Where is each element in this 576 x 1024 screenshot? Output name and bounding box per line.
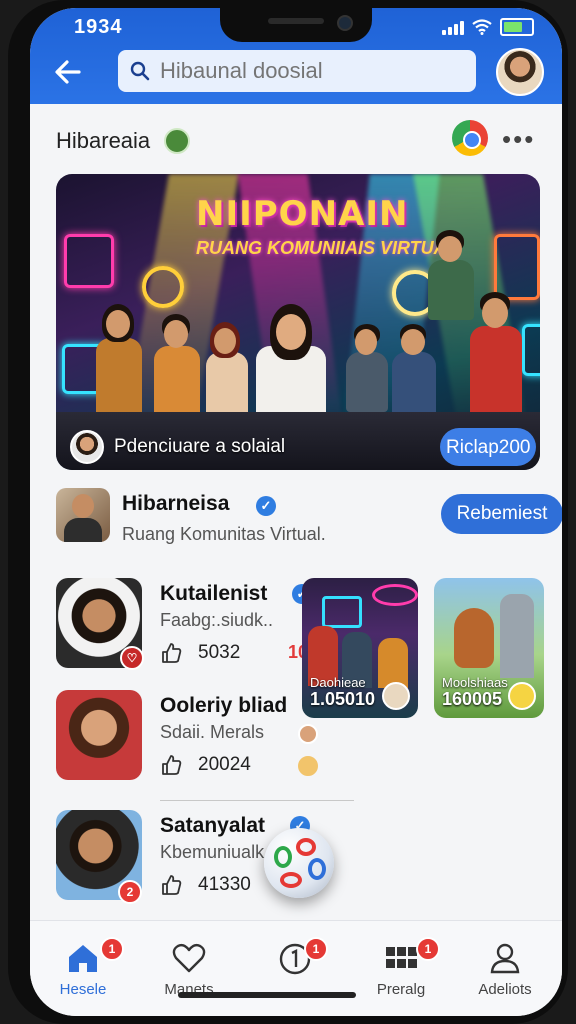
like-icon[interactable]: [160, 642, 182, 664]
post-author: Kutailenist: [160, 582, 268, 605]
group-description: Ruang Komunitas Virtual.: [122, 524, 326, 544]
post-item[interactable]: Ooleriy bliad Sdaii. Merals 20024: [56, 690, 356, 782]
group-avatar: [56, 488, 110, 542]
thumbnail-label: Daohieae: [310, 675, 366, 690]
like-count: 5032: [198, 642, 241, 663]
grid-icon: [386, 947, 417, 968]
avatar-badge-icon: 2: [118, 880, 142, 904]
more-options-icon[interactable]: •••: [502, 124, 535, 155]
home-indicator[interactable]: [178, 992, 356, 998]
app-screen: 1934 Hibareaia ••• NIIPONAIN RUAN: [30, 8, 562, 1016]
heart-icon: [172, 943, 206, 973]
arrow-left-icon: [55, 60, 81, 84]
like-icon[interactable]: [160, 754, 182, 776]
post-subtitle: Kbemuniualk..: [160, 842, 275, 862]
like-icon[interactable]: [160, 874, 182, 896]
search-icon: [130, 61, 150, 81]
page-header: Hibareaia •••: [56, 120, 546, 160]
person-icon: [490, 943, 520, 974]
profile-avatar[interactable]: [496, 48, 544, 96]
bottom-navigation: 1 Hesele Manets 1 1 Preralg Adeliots: [30, 920, 562, 1016]
browser-icon[interactable]: [452, 120, 488, 156]
like-count: 20024: [198, 754, 251, 775]
nav-label: Hesele: [59, 981, 107, 998]
verified-icon: ✓: [256, 496, 276, 516]
nav-badge: 1: [416, 937, 440, 961]
home-icon: [69, 945, 97, 972]
wifi-icon: [472, 19, 492, 35]
post-avatar: [56, 690, 142, 780]
thumbnail-label: Moolshiaas: [442, 675, 508, 690]
phone-frame: 1934 Hibareaia ••• NIIPONAIN RUAN: [8, 0, 568, 1024]
battery-icon: [500, 18, 534, 36]
group-card[interactable]: Hibarneisa ✓ Ruang Komunitas Virtual. Re…: [56, 488, 562, 548]
post-subtitle: Faabg:.siudk..: [160, 610, 274, 630]
avatar-badge-icon: ♡: [120, 646, 144, 670]
post-subtitle: Sdaii. Merals: [160, 722, 265, 742]
hero-banner[interactable]: NIIPONAIN RUANG KOMUNIIAIS VIRTUAL Pdenc…: [56, 174, 540, 470]
caption-avatar: [70, 430, 104, 464]
group-badge-icon: [164, 128, 190, 154]
like-count: 41330: [198, 874, 251, 895]
thumbnail-avatar: [382, 682, 410, 710]
thumbnail-card[interactable]: Moolshiaas 160005: [434, 578, 544, 718]
post-author: Ooleriy bliad: [160, 694, 288, 717]
nav-home[interactable]: 1 Hesele: [40, 933, 126, 1003]
status-time: 1934: [74, 16, 123, 38]
hero-subtitle: RUANG KOMUNIIAIS VIRTUAL: [196, 238, 458, 258]
nav-account[interactable]: Adeliots: [462, 933, 548, 1003]
subtitle-avatar-icon: [298, 724, 318, 744]
hero-action-button[interactable]: Riclap200: [440, 428, 536, 466]
hero-caption: Pdenciuare a solaial: [70, 430, 285, 464]
back-button[interactable]: [48, 52, 88, 92]
thumbnail-value: 160005: [442, 689, 503, 709]
page-title: Hibareaia: [56, 128, 151, 153]
notch: [220, 8, 372, 42]
status-icons: [442, 18, 534, 36]
nav-label: Preralg: [376, 981, 426, 998]
signal-icon: [442, 19, 464, 35]
hero-caption-text: Pdenciuare a solaial: [114, 436, 286, 457]
group-name: Hibarneisa: [122, 492, 230, 515]
search-input[interactable]: [158, 57, 462, 85]
hero-title: NIIPONAIN: [196, 194, 409, 234]
floating-action-ball[interactable]: [264, 828, 334, 898]
nav-badge: 1: [100, 937, 124, 961]
nav-programs[interactable]: 1 Preralg: [358, 933, 444, 1003]
post-author: Satanyalat: [160, 814, 266, 837]
join-button[interactable]: Rebemiest: [441, 494, 562, 534]
divider: [160, 800, 354, 801]
thumbnail-avatar: [508, 682, 536, 710]
nav-label: Adeliots: [478, 981, 532, 998]
reaction-icon: [296, 754, 320, 778]
nav-badge: 1: [304, 937, 328, 961]
search-bar[interactable]: [118, 50, 476, 92]
